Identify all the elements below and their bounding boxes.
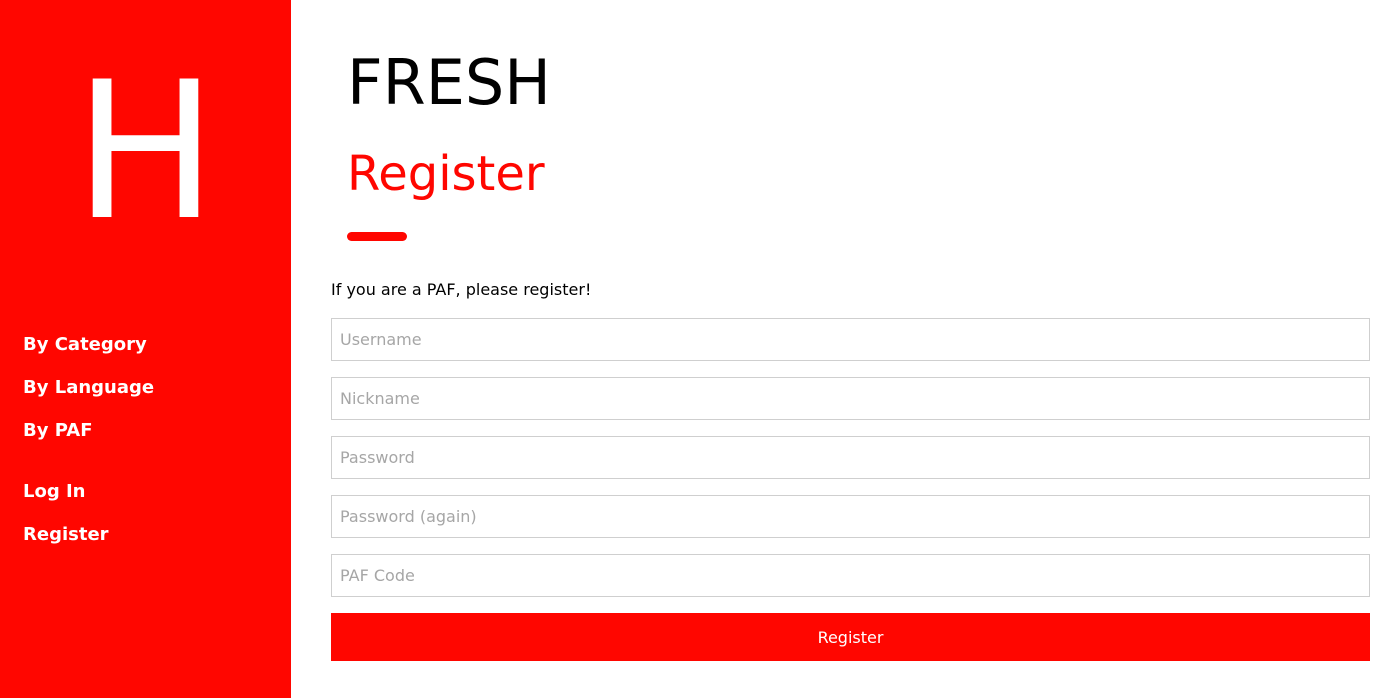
sidebar-item-by-paf[interactable]: By PAF	[23, 416, 154, 446]
sidebar-item-register[interactable]: Register	[23, 520, 154, 550]
app-root: H By Category By Language By PAF Log In …	[0, 0, 1389, 698]
title-underline	[347, 232, 407, 241]
main-content: FRESH Register If you are a PAF, please …	[291, 0, 1389, 698]
sidebar-item-log-in[interactable]: Log In	[23, 477, 154, 507]
logo[interactable]: H	[0, 52, 291, 252]
intro-text: If you are a PAF, please register!	[331, 280, 592, 299]
sidebar-item-by-language[interactable]: By Language	[23, 373, 154, 403]
brand-title: FRESH	[347, 46, 551, 119]
username-input[interactable]	[331, 318, 1370, 361]
register-form: Register	[331, 318, 1370, 661]
sidebar: H By Category By Language By PAF Log In …	[0, 0, 291, 698]
paf-code-input[interactable]	[331, 554, 1370, 597]
page-title: Register	[347, 146, 545, 202]
password-input[interactable]	[331, 436, 1370, 479]
sidebar-item-by-category[interactable]: By Category	[23, 330, 154, 360]
register-submit-button[interactable]: Register	[331, 613, 1370, 661]
sidebar-nav: By Category By Language By PAF Log In Re…	[23, 330, 154, 563]
nickname-input[interactable]	[331, 377, 1370, 420]
password-again-input[interactable]	[331, 495, 1370, 538]
